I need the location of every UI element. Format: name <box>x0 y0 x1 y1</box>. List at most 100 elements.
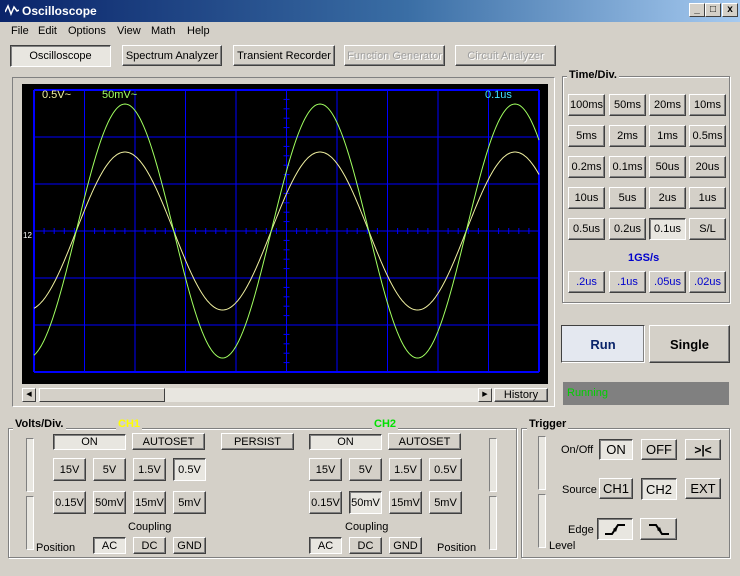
ch1-volts-15v-button[interactable]: 15V <box>53 458 86 481</box>
ch2-volts-5v-button[interactable]: 5V <box>349 458 382 481</box>
ch1-position-slider-upper[interactable] <box>26 438 34 492</box>
ch1-volts-5v-button[interactable]: 5V <box>93 458 126 481</box>
menu-options[interactable]: Options <box>68 25 106 37</box>
ch2-coupling-gnd-button[interactable]: GND <box>389 537 422 554</box>
ch1-coupling-label: Coupling <box>128 521 172 533</box>
timediv-0-5ms-button[interactable]: 0.5ms <box>689 125 726 147</box>
trigger-center-button[interactable]: >|< <box>685 439 721 460</box>
ch2-volts-0-5v-button[interactable]: 0.5V <box>429 458 462 481</box>
ch2-volts-1-5v-button[interactable]: 1.5V <box>389 458 422 481</box>
timediv-fast-05us-button[interactable]: .05us <box>649 271 686 293</box>
timediv-1ms-button[interactable]: 1ms <box>649 125 686 147</box>
timediv-0-2ms-button[interactable]: 0.2ms <box>568 156 605 178</box>
ch1-volts-0-5v-button[interactable]: 0.5V <box>173 458 206 481</box>
trigger-source-ext-button[interactable]: EXT <box>685 478 721 499</box>
ch2-scale-label: 50mV~ <box>102 89 137 101</box>
timediv-0-2us-button[interactable]: 0.2us <box>609 218 646 240</box>
ch1-autoset-button[interactable]: AUTOSET <box>132 433 205 450</box>
sample-rate-label: 1GS/s <box>628 252 660 264</box>
scroll-thumb[interactable] <box>39 388 165 402</box>
ch2-autoset-button[interactable]: AUTOSET <box>388 433 461 450</box>
ch1-coupling-gnd-button[interactable]: GND <box>173 537 206 554</box>
menu-file[interactable]: File <box>11 25 29 37</box>
menu-help[interactable]: Help <box>187 25 210 37</box>
ch2-position-slider-upper[interactable] <box>489 438 497 492</box>
ch2-volts-15v-button[interactable]: 15V <box>309 458 342 481</box>
trigger-on-button[interactable]: ON <box>599 439 633 460</box>
mode-oscilloscope-button[interactable]: Oscilloscope <box>10 45 111 67</box>
trigger-source-label: Source <box>562 484 597 496</box>
mode-transient-recorder-button[interactable]: Transient Recorder <box>233 45 335 66</box>
timediv-50us-button[interactable]: 50us <box>649 156 686 178</box>
timediv-2ms-button[interactable]: 2ms <box>609 125 646 147</box>
timediv-0-1us-button[interactable]: 0.1us <box>649 218 686 240</box>
ch1-scale-label: 0.5V~ <box>42 89 71 101</box>
timediv-5ms-button[interactable]: 5ms <box>568 125 605 147</box>
timediv-fast-2us-button[interactable]: .2us <box>568 271 605 293</box>
minimize-button[interactable]: _ <box>689 3 705 17</box>
timediv-1us-button[interactable]: 1us <box>689 187 726 209</box>
trigger-source-ch1-button[interactable]: CH1 <box>599 478 633 499</box>
ch1-volts-0-15v-button[interactable]: 0.15V <box>53 491 86 514</box>
trigger-rising-edge-button[interactable] <box>597 518 633 540</box>
trigger-source-ch2-button[interactable]: CH2 <box>641 478 677 500</box>
timediv-10ms-button[interactable]: 10ms <box>689 94 726 116</box>
ch2-coupling-ac-button[interactable]: AC <box>309 537 342 554</box>
timediv-2us-button[interactable]: 2us <box>649 187 686 209</box>
trigger-off-button[interactable]: OFF <box>641 439 677 460</box>
history-button[interactable]: History <box>494 388 548 402</box>
timediv-fast-02us-button[interactable]: .02us <box>689 271 726 293</box>
ch1-volts-1-5v-button[interactable]: 1.5V <box>133 458 166 481</box>
ch2-on-button[interactable]: ON <box>309 434 382 450</box>
ch1-volts-15mv-button[interactable]: 15mV <box>133 491 166 514</box>
ch2-coupling-label: Coupling <box>345 521 389 533</box>
timediv-s-l-button[interactable]: S/L <box>689 218 726 240</box>
ch2-volts-15mv-button[interactable]: 15mV <box>389 491 422 514</box>
timediv-0-5us-button[interactable]: 0.5us <box>568 218 605 240</box>
maximize-button[interactable]: □ <box>705 3 721 17</box>
trigger-onoff-label: On/Off <box>561 444 594 456</box>
ch2-volts-0-15v-button[interactable]: 0.15V <box>309 491 342 514</box>
menu-bar: File Edit Options View Math Help <box>0 22 740 40</box>
scroll-left-arrow-icon[interactable]: ◀ <box>22 388 36 402</box>
timediv-0-1ms-button[interactable]: 0.1ms <box>609 156 646 178</box>
timediv-10us-button[interactable]: 10us <box>568 187 605 209</box>
ch1-on-button[interactable]: ON <box>53 434 126 450</box>
timediv-fast-1us-button[interactable]: .1us <box>609 271 646 293</box>
mode-spectrum-analyzer-button[interactable]: Spectrum Analyzer <box>122 45 222 66</box>
timediv-20ms-button[interactable]: 20ms <box>649 94 686 116</box>
oscilloscope-window: Oscilloscope _ □ x File Edit Options Vie… <box>0 0 740 576</box>
ch2-volts-50mv-button[interactable]: 50mV <box>349 491 382 514</box>
trigger-edge-label: Edge <box>568 524 594 536</box>
ch1-coupling-ac-button[interactable]: AC <box>93 537 126 554</box>
ch2-coupling-dc-button[interactable]: DC <box>349 537 382 554</box>
menu-view[interactable]: View <box>117 25 141 37</box>
scope-screen[interactable]: 0.5V~ 50mV~ 0.1us 12 <box>22 84 548 384</box>
falling-edge-icon <box>648 524 669 535</box>
ch2-volts-5mv-button[interactable]: 5mV <box>429 491 462 514</box>
timediv-50ms-button[interactable]: 50ms <box>609 94 646 116</box>
menu-edit[interactable]: Edit <box>38 25 57 37</box>
ch1-volts-50mv-button[interactable]: 50mV <box>93 491 126 514</box>
persist-button[interactable]: PERSIST <box>221 433 294 450</box>
ch1-position-slider-lower[interactable] <box>26 496 34 550</box>
menu-math[interactable]: Math <box>151 25 175 37</box>
timediv-5us-button[interactable]: 5us <box>609 187 646 209</box>
trigger-falling-edge-button[interactable] <box>640 518 677 540</box>
timediv-100ms-button[interactable]: 100ms <box>568 94 605 116</box>
trigger-level-slider-upper[interactable] <box>538 436 546 490</box>
close-button[interactable]: x <box>722 3 738 17</box>
window-title: Oscilloscope <box>22 4 97 18</box>
scroll-right-arrow-icon[interactable]: ▶ <box>478 388 492 402</box>
trigger-level-label: Level <box>549 540 576 552</box>
timediv-20us-button[interactable]: 20us <box>689 156 726 178</box>
run-button[interactable]: Run <box>561 325 645 363</box>
ch1-volts-5mv-button[interactable]: 5mV <box>173 491 206 514</box>
ch1-coupling-dc-button[interactable]: DC <box>133 537 166 554</box>
trigger-level-slider-lower[interactable] <box>538 494 546 548</box>
ch2-position-slider-lower[interactable] <box>489 496 497 550</box>
single-button[interactable]: Single <box>649 325 730 363</box>
volts-title: Volts/Div. <box>13 418 66 430</box>
title-bar: Oscilloscope _ □ x <box>0 0 740 22</box>
history-scrollbar[interactable]: ◀ ▶ History <box>22 388 548 402</box>
